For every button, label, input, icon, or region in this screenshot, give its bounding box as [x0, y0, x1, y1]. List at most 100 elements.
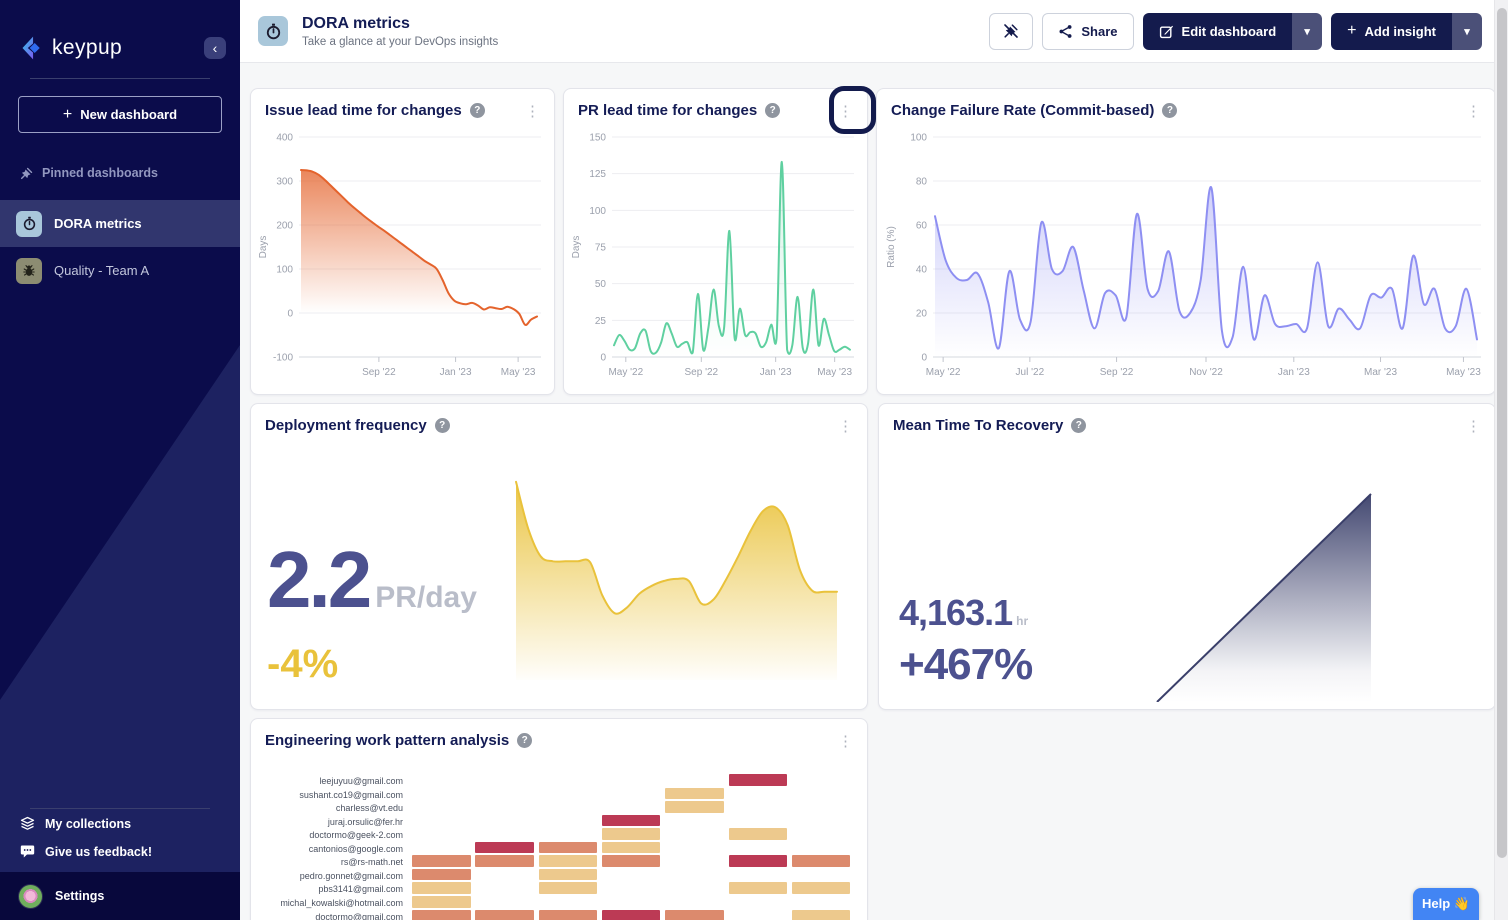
help-icon[interactable]: ?: [517, 733, 532, 748]
add-insight-label: Add insight: [1365, 24, 1437, 39]
svg-text:Nov '22: Nov '22: [1189, 367, 1223, 378]
sidebar-collapse-button[interactable]: ‹: [204, 37, 226, 59]
unpin-button[interactable]: [989, 13, 1033, 50]
heatmap-cell: [475, 842, 534, 854]
heatmap-cell: [602, 855, 661, 867]
heatmap-cell: [412, 869, 471, 881]
heatmap-row-label: cantonios@google.com: [257, 843, 403, 855]
help-icon[interactable]: ?: [435, 418, 450, 433]
chevron-down-icon: ▾: [1464, 25, 1470, 38]
new-dashboard-button[interactable]: + New dashboard: [18, 96, 222, 133]
share-button[interactable]: Share: [1042, 13, 1133, 50]
svg-text:May '22: May '22: [926, 367, 961, 378]
help-icon[interactable]: ?: [765, 103, 780, 118]
heatmap-cell: [602, 815, 661, 827]
heatmap-cell: [792, 882, 851, 894]
card-menu-button[interactable]: ⋮: [1462, 100, 1485, 123]
svg-text:Ratio (%): Ratio (%): [886, 226, 897, 268]
svg-text:25: 25: [595, 316, 607, 327]
keypup-logo[interactable]: keypup: [16, 30, 122, 66]
add-insight-button[interactable]: + Add insight: [1331, 13, 1452, 50]
help-icon[interactable]: ?: [470, 103, 485, 118]
keypup-logo-icon: [16, 35, 42, 61]
chat-icon: [20, 844, 35, 859]
svg-text:150: 150: [589, 133, 606, 144]
heatmap-row-label: michal_kowalski@hotmail.com: [257, 897, 403, 909]
svg-text:Jan '23: Jan '23: [440, 367, 472, 378]
scrollbar[interactable]: [1494, 0, 1508, 920]
card-pr-lead-time: PR lead time for changes ? ⋮ 15012510075…: [563, 88, 868, 395]
svg-text:Mar '23: Mar '23: [1364, 367, 1397, 378]
pin-icon: [20, 167, 33, 180]
mttr-metric: 4,163.1 hr: [899, 592, 1028, 634]
svg-text:May '22: May '22: [608, 367, 643, 378]
svg-text:Days: Days: [571, 236, 582, 259]
my-collections-label: My collections: [45, 817, 131, 831]
card-menu-button[interactable]: ⋮: [834, 415, 857, 438]
svg-text:May '23: May '23: [1446, 367, 1481, 378]
pinned-dashboards-list: DORA metrics Quality - Team A: [0, 200, 240, 294]
add-insight-dropdown-button[interactable]: ▾: [1452, 13, 1482, 50]
help-button[interactable]: Help 👋: [1413, 888, 1479, 920]
svg-text:Jan '23: Jan '23: [1278, 367, 1310, 378]
heatmap-cell: [792, 910, 851, 920]
metric-unit: hr: [1016, 614, 1028, 628]
heatmap-row-label: doctormo@geek-2.com: [257, 829, 403, 841]
feedback-label: Give us feedback!: [45, 845, 152, 859]
svg-text:0: 0: [600, 353, 606, 364]
avatar: [18, 884, 43, 909]
heatmap-cell: [412, 882, 471, 894]
card-menu-button[interactable]: ⋮: [834, 730, 857, 753]
card-menu-button[interactable]: ⋮: [521, 100, 544, 123]
heatmap-cell: [539, 842, 598, 854]
help-icon[interactable]: ?: [1071, 418, 1086, 433]
sidebar-item-label: Quality - Team A: [54, 263, 149, 278]
card-menu-button[interactable]: ⋮: [834, 100, 857, 123]
metric-unit: PR/day: [375, 581, 477, 615]
chevron-left-icon: ‹: [213, 40, 218, 56]
heatmap-cell: [539, 882, 598, 894]
page-title: DORA metrics: [302, 15, 498, 33]
card-header: Mean Time To Recovery ?: [879, 404, 1495, 434]
sidebar-item-my-collections[interactable]: My collections: [20, 816, 131, 831]
work-pattern-heatmap: leejuyuu@gmail.comsushant.co19@gmail.com…: [257, 769, 863, 920]
card-mean-time-to-recovery: Mean Time To Recovery ? ⋮ 4,163.1 hr +46…: [878, 403, 1496, 710]
card-menu-button[interactable]: ⋮: [1462, 415, 1485, 438]
pr-lead-time-chart: 1501251007550250May '22Sep '22Jan '23May…: [568, 125, 864, 389]
heatmap-row-label: doctormo@gmail.com: [257, 911, 403, 920]
change-failure-rate-chart: 100806040200May '22Jul '22Sep '22Nov '22…: [883, 125, 1491, 389]
svg-text:-100: -100: [273, 353, 293, 364]
pinned-dashboards-header: Pinned dashboards: [20, 166, 158, 180]
card-header: Deployment frequency ?: [251, 404, 867, 434]
svg-text:0: 0: [921, 353, 927, 364]
heatmap-cell: [602, 828, 661, 840]
svg-text:400: 400: [276, 133, 293, 144]
heatmap-cell: [475, 910, 534, 920]
sidebar-item-quality-team-a[interactable]: Quality - Team A: [0, 247, 240, 294]
mttr-ramp-chart: [1155, 488, 1377, 702]
sidebar-item-dora-metrics[interactable]: DORA metrics: [0, 200, 240, 247]
help-icon[interactable]: ?: [1162, 103, 1177, 118]
edit-dashboard-dropdown-button[interactable]: ▾: [1292, 13, 1322, 50]
heatmap-cell: [729, 774, 788, 786]
heatmap-cell: [539, 855, 598, 867]
sidebar: keypup ‹ + New dashboard Pinned dashboar…: [0, 0, 240, 920]
page-header: DORA metrics Take a glance at your DevOp…: [240, 0, 1494, 63]
heatmap-cell: [729, 828, 788, 840]
svg-text:75: 75: [595, 243, 607, 254]
card-title: Change Failure Rate (Commit-based): [891, 102, 1154, 119]
scrollbar-thumb[interactable]: [1497, 8, 1507, 858]
card-header: Issue lead time for changes ?: [251, 89, 554, 119]
new-dashboard-label: New dashboard: [80, 107, 177, 122]
add-insight-split-button: + Add insight ▾: [1331, 13, 1482, 50]
edit-icon: [1159, 24, 1174, 39]
header-actions: Share Edit dashboard ▾ + Add insight ▾: [989, 13, 1482, 50]
svg-text:May '23: May '23: [501, 367, 536, 378]
settings-button[interactable]: Settings: [0, 872, 240, 920]
edit-dashboard-button[interactable]: Edit dashboard: [1143, 13, 1293, 50]
heatmap-row-label: pbs3141@gmail.com: [257, 883, 403, 895]
svg-text:300: 300: [276, 177, 293, 188]
sidebar-item-feedback[interactable]: Give us feedback!: [20, 844, 152, 859]
plus-icon: +: [1347, 22, 1356, 40]
card-title: Mean Time To Recovery: [893, 417, 1063, 434]
